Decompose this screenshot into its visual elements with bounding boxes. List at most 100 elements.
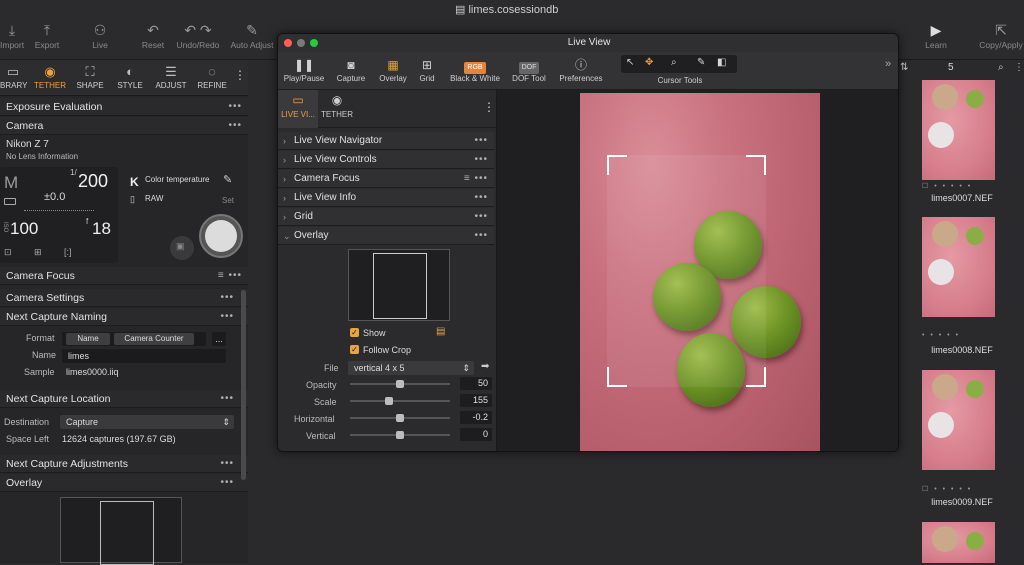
token-camera-counter[interactable]: Camera Counter <box>114 333 194 345</box>
rating-dots[interactable]: ☐ • • • • • <box>922 485 972 493</box>
section-menu-icon[interactable]: ••• <box>220 308 234 326</box>
rating-dots[interactable]: • • • • • <box>922 332 960 339</box>
section-menu-icon[interactable]: ••• <box>474 208 488 226</box>
tab-refine[interactable]: ◌ REFINE <box>195 63 229 90</box>
set-button[interactable]: Set <box>222 196 234 205</box>
section-menu-icon[interactable]: ••• <box>474 151 488 169</box>
follow-crop-checkbox[interactable]: ✓ <box>350 345 359 354</box>
tab-library[interactable]: ▭ BRARY <box>0 63 27 90</box>
thumbnail-4[interactable] <box>922 522 995 563</box>
section-live-view-controls[interactable]: › Live View Controls ••• <box>278 151 494 169</box>
section-menu-icon[interactable]: ••• <box>220 455 234 473</box>
white-balance-label[interactable]: Color temperature <box>145 175 209 184</box>
format-more-button[interactable]: ... <box>212 332 226 346</box>
scale-value[interactable]: 155 <box>460 394 492 407</box>
scale-slider[interactable] <box>350 397 450 405</box>
shutter-speed[interactable]: 200 <box>78 171 108 192</box>
destination-select[interactable]: Capture ⇕ <box>60 415 234 429</box>
tab-live-view[interactable]: ▭ LIVE VI... <box>278 90 318 128</box>
left-panel-scrollbar[interactable] <box>241 290 246 480</box>
overlay-file-select[interactable]: vertical 4 x 5 ⇕ <box>348 361 474 375</box>
learn-button[interactable]: ▶ Learn <box>922 20 950 50</box>
horizontal-slider[interactable] <box>350 414 450 422</box>
toolbar-overflow-icon[interactable]: » <box>885 58 891 70</box>
section-next-capture-adjustments[interactable]: Next Capture Adjustments ••• <box>0 455 248 473</box>
tab-shape[interactable]: ⛶ SHAPE <box>74 63 106 90</box>
thumbnail-2[interactable] <box>922 217 995 317</box>
eyedropper-icon[interactable]: ✎ <box>223 173 232 186</box>
iso-value[interactable]: 100 <box>10 219 38 239</box>
horizontal-value[interactable]: -0.2 <box>460 411 492 424</box>
name-field[interactable]: limes <box>62 349 226 363</box>
section-lv-camera-focus[interactable]: › Camera Focus ≡ ••• <box>278 170 494 188</box>
copy-apply-button[interactable]: ⇱ Copy/Apply <box>978 20 1024 50</box>
compare-tool-icon[interactable]: ◧ <box>717 57 726 68</box>
section-menu-icon[interactable]: ≡ ••• <box>464 170 488 188</box>
section-menu-icon[interactable]: ••• <box>220 474 234 492</box>
overlay-mode-icon[interactable]: ▤ <box>436 326 445 337</box>
live-view-canvas[interactable] <box>497 90 898 451</box>
pointer-tool-icon[interactable]: ↖ <box>626 57 634 68</box>
thumbnail-1[interactable] <box>922 80 995 180</box>
capture-tool-button[interactable]: ◙ Capture <box>334 56 368 83</box>
section-menu-icon[interactable]: ••• <box>474 227 488 245</box>
capture-button[interactable] <box>199 214 243 258</box>
section-camera-focus[interactable]: Camera Focus ≡ ••• <box>0 267 248 285</box>
live-button[interactable]: ⚇ Live <box>88 20 112 50</box>
black-white-button[interactable]: RGB Black & White <box>446 56 504 83</box>
exposure-compensation[interactable]: ±0.0 <box>44 191 65 203</box>
tab-adjust[interactable]: ☰ ADJUST <box>152 63 190 90</box>
pan-tool-icon[interactable]: ✥ <box>645 57 653 68</box>
tab-tether-lv[interactable]: ◉ TETHER <box>320 90 354 128</box>
file-format[interactable]: RAW <box>145 194 163 203</box>
record-button[interactable]: ▣ <box>170 236 194 260</box>
section-menu-icon[interactable]: ••• <box>228 98 242 116</box>
picker-tool-icon[interactable]: ✎ <box>697 57 705 68</box>
dof-tool-button[interactable]: DOF DOF Tool <box>510 56 548 83</box>
section-menu-icon[interactable]: ••• <box>220 390 234 408</box>
sort-icon[interactable]: ⇅ <box>900 62 908 73</box>
section-live-view-navigator[interactable]: › Live View Navigator ••• <box>278 132 494 150</box>
vertical-slider[interactable] <box>350 431 450 439</box>
crop-corner[interactable] <box>607 367 627 387</box>
import-button[interactable]: ⤓ Import <box>0 20 24 50</box>
slider-knob[interactable] <box>396 431 404 439</box>
vertical-value[interactable]: 0 <box>460 428 492 441</box>
section-lv-grid[interactable]: › Grid ••• <box>278 208 494 226</box>
thumbnail-3[interactable] <box>922 370 995 470</box>
crop-corner[interactable] <box>746 155 766 175</box>
section-lv-overlay[interactable]: ⌄ Overlay ••• <box>278 227 494 245</box>
rating-dots[interactable]: ☐ • • • • • <box>922 182 972 190</box>
zoom-tool-icon[interactable]: ⌕ <box>671 57 677 68</box>
slider-knob[interactable] <box>396 414 404 422</box>
aperture-value[interactable]: 18 <box>92 219 111 239</box>
section-menu-icon[interactable]: ••• <box>220 289 234 307</box>
export-button[interactable]: ⤒ Export <box>32 20 62 50</box>
reset-button[interactable]: ↶ Reset <box>140 20 166 50</box>
slider-knob[interactable] <box>396 380 404 388</box>
undo-redo-button[interactable]: ↶ ↷ Undo/Redo <box>176 20 220 50</box>
section-menu-icon[interactable]: ••• <box>228 117 242 135</box>
opacity-slider[interactable] <box>350 380 450 388</box>
naming-format-field[interactable]: Name Camera Counter <box>62 332 206 346</box>
search-icon[interactable]: ⌕ <box>998 62 1004 73</box>
section-camera-settings[interactable]: Camera Settings ••• <box>0 289 248 307</box>
crop-corner[interactable] <box>607 155 627 175</box>
opacity-value[interactable]: 50 <box>460 377 492 390</box>
section-live-view-info[interactable]: › Live View Info ••• <box>278 189 494 207</box>
show-checkbox[interactable]: ✓ <box>350 328 359 337</box>
section-menu-icon[interactable]: ••• <box>474 132 488 150</box>
section-overlay[interactable]: Overlay ••• <box>0 474 248 492</box>
section-menu-icon[interactable]: ••• <box>474 189 488 207</box>
overlay-tool-button[interactable]: ▦ Overlay <box>376 56 410 83</box>
section-next-capture-location[interactable]: Next Capture Location ••• <box>0 390 248 408</box>
section-next-capture-naming[interactable]: Next Capture Naming ••• <box>0 308 248 326</box>
tab-tether[interactable]: ◉ TETHER <box>32 63 68 90</box>
tabs-more-icon[interactable]: ⋮ <box>234 68 246 82</box>
more-icon[interactable]: ⋮ <box>1014 62 1024 73</box>
token-name[interactable]: Name <box>66 333 110 345</box>
play-pause-button[interactable]: ❚❚ Play/Pause <box>283 56 325 83</box>
auto-adjust-button[interactable]: ✎ Auto Adjust <box>228 20 276 50</box>
tab-style[interactable]: ◐ STYLE <box>114 63 146 90</box>
preferences-button[interactable]: ⓘ Preferences <box>556 56 606 83</box>
